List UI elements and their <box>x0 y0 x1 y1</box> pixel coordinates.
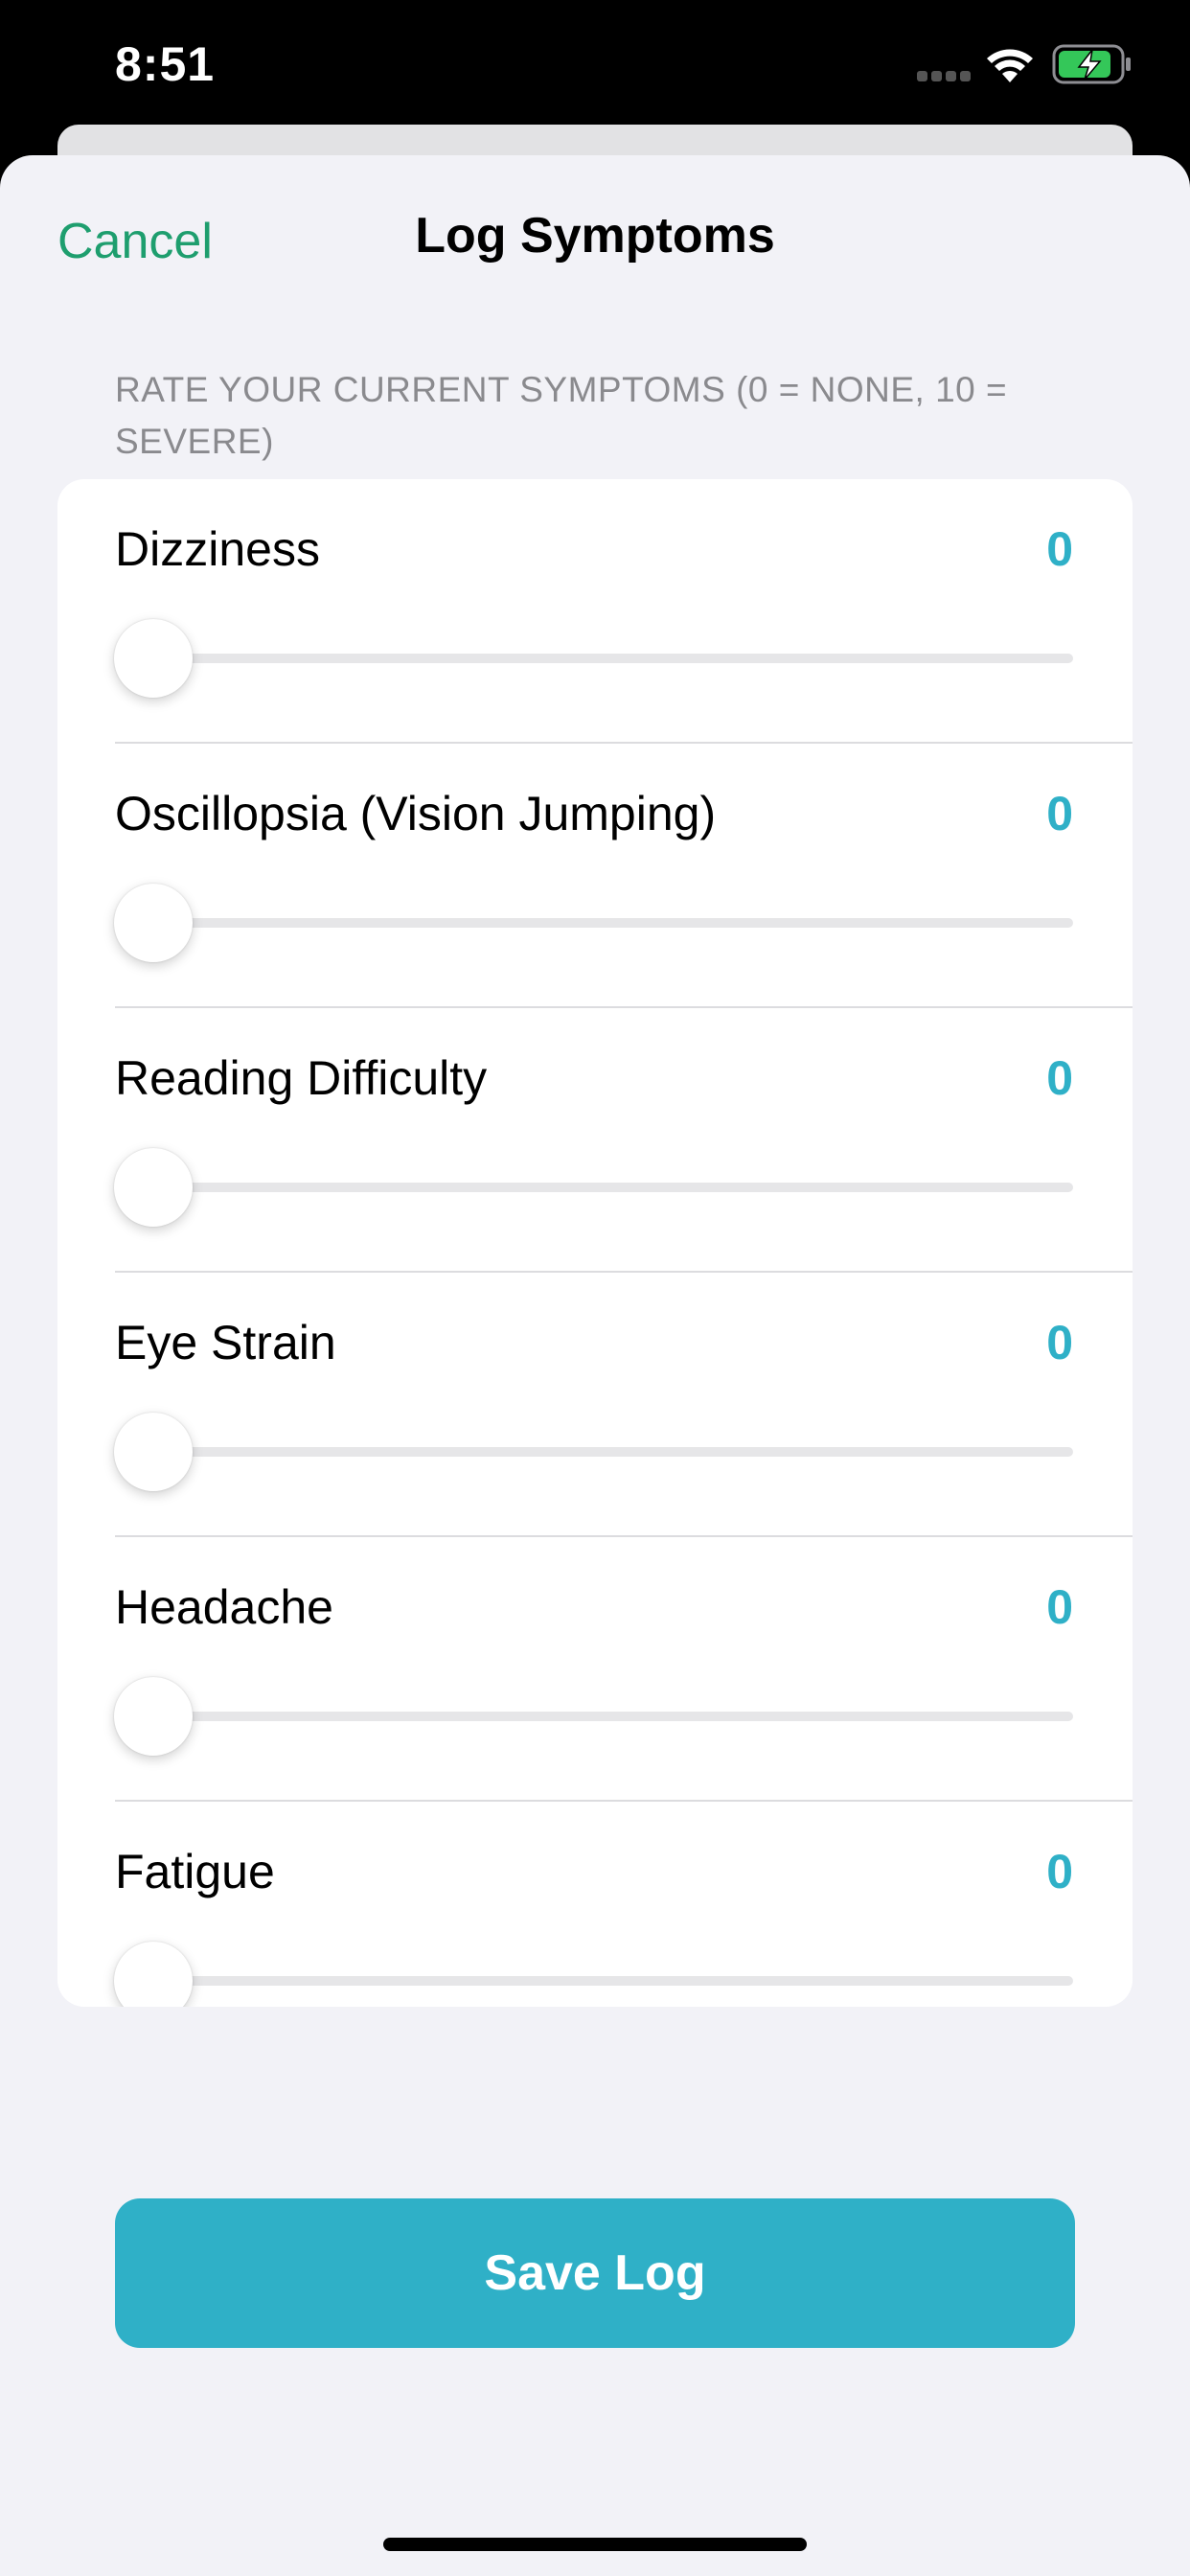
symptom-label: Eye Strain <box>115 1316 336 1369</box>
symptom-label: Headache <box>115 1580 333 1634</box>
symptom-row-fatigue: Fatigue 0 <box>57 1802 1133 2007</box>
symptom-value: 0 <box>1046 522 1073 576</box>
symptom-value: 0 <box>1046 1845 1073 1898</box>
section-header: RATE YOUR CURRENT SYMPTOMS (0 = NONE, 10… <box>115 370 1008 461</box>
symptom-row-oscillopsia: Oscillopsia (Vision Jumping) 0 <box>57 744 1133 1008</box>
symptom-row-headache: Headache 0 <box>57 1537 1133 1802</box>
symptoms-card: Dizziness 0 Oscillopsia (Vision Jumping)… <box>57 479 1133 2007</box>
symptom-value: 0 <box>1046 1316 1073 1369</box>
symptom-slider-thumb[interactable] <box>114 1148 193 1227</box>
symptom-slider-thumb[interactable] <box>114 619 193 698</box>
symptom-slider-thumb[interactable] <box>114 1942 193 2007</box>
symptom-row-dizziness: Dizziness 0 <box>57 479 1133 744</box>
symptom-label: Reading Difficulty <box>115 1051 488 1105</box>
symptom-slider-track[interactable] <box>153 654 1073 663</box>
battery-charging-icon <box>1052 44 1131 84</box>
log-symptoms-sheet: Cancel Log Symptoms RATE YOUR CURRENT SY… <box>0 155 1190 2576</box>
symptom-slider-track[interactable] <box>153 1183 1073 1192</box>
symptom-row-eye-strain: Eye Strain 0 <box>57 1273 1133 1537</box>
symptom-slider-thumb[interactable] <box>114 1413 193 1491</box>
symptom-slider-track[interactable] <box>153 1712 1073 1721</box>
status-bar: 8:51 <box>0 0 1190 129</box>
symptom-value: 0 <box>1046 1051 1073 1105</box>
wifi-icon <box>987 49 1033 82</box>
symptom-slider-track[interactable] <box>153 1447 1073 1457</box>
symptom-slider-thumb[interactable] <box>114 1677 193 1756</box>
symptom-label: Dizziness <box>115 522 320 576</box>
symptom-slider-track[interactable] <box>153 918 1073 928</box>
symptom-label: Oscillopsia (Vision Jumping) <box>115 787 717 840</box>
symptom-slider-thumb[interactable] <box>114 884 193 962</box>
symptom-value: 0 <box>1046 787 1073 840</box>
page-title: Log Symptoms <box>415 208 775 264</box>
symptom-row-reading-difficulty: Reading Difficulty 0 <box>57 1008 1133 1273</box>
symptom-value: 0 <box>1046 1580 1073 1634</box>
status-time: 8:51 <box>115 37 216 91</box>
cellular-signal-icon <box>917 71 971 82</box>
save-log-button[interactable]: Save Log <box>115 2198 1075 2348</box>
symptom-slider-track[interactable] <box>153 1976 1073 1986</box>
symptom-label: Fatigue <box>115 1845 275 1898</box>
home-indicator <box>383 2538 807 2551</box>
